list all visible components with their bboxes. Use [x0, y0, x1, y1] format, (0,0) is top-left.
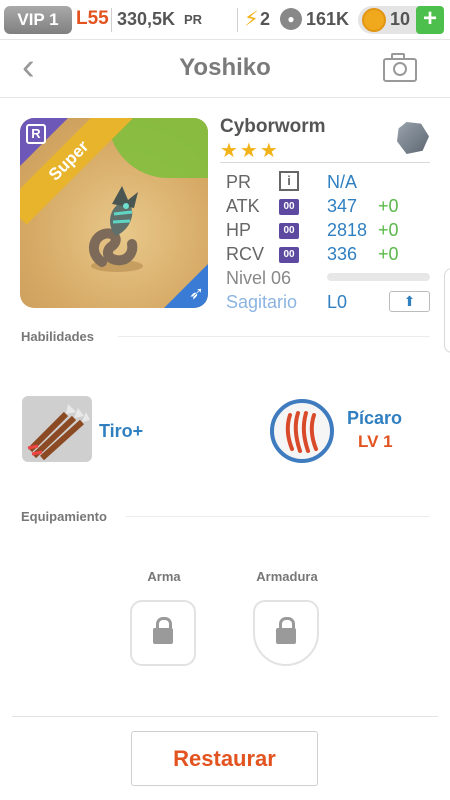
status-bar: VIP 1 L55 330,5K PR ⚡ 2 ● 161K 10 +	[0, 0, 450, 40]
header-divider	[0, 97, 450, 98]
food-count: 161K	[306, 9, 350, 29]
power-label: PR	[184, 12, 203, 27]
equipment-divider	[126, 516, 430, 517]
rcv-label: RCV	[226, 244, 265, 264]
skill-level: LV 1	[358, 432, 393, 451]
rarity-badge: R	[26, 124, 46, 144]
abilities-divider	[118, 336, 430, 337]
sagittarius-arrow-icon: ➶	[188, 283, 204, 303]
monster-image	[89, 186, 143, 272]
atk-label: ATK	[226, 196, 260, 216]
armor-label: Armadura	[256, 569, 318, 584]
sign-label[interactable]: Sagitario	[226, 292, 297, 313]
atk-bonus: +0	[378, 196, 399, 216]
arrows-icon[interactable]	[22, 396, 92, 462]
star-rating: ★★★	[220, 140, 280, 162]
vip-badge[interactable]: VIP 1	[4, 6, 72, 34]
paw-icon: ●	[280, 8, 302, 30]
hp-bonus: +0	[378, 220, 399, 240]
pr-value: N/A	[327, 172, 358, 192]
skill-name-tiro[interactable]: Tiro+	[99, 421, 143, 442]
divider	[237, 8, 238, 32]
claw-art	[285, 411, 318, 453]
weapon-label: Arma	[147, 569, 181, 584]
rcv-badge: 00	[279, 247, 299, 263]
pr-label: PR	[226, 172, 252, 192]
level-progress-bar	[327, 273, 430, 281]
level-label: Nivel 06	[226, 268, 292, 288]
arrow-up-icon: ⬆	[403, 293, 416, 309]
gold-count: 10	[390, 9, 411, 29]
camera-lens	[393, 62, 407, 76]
sign-value: L0	[327, 292, 348, 312]
armor-slot[interactable]	[253, 600, 319, 666]
coin-icon	[362, 8, 386, 32]
rcv-value: 336	[327, 244, 358, 264]
rcv-bonus: +0	[378, 244, 399, 264]
hp-value: 2818	[327, 220, 368, 240]
bolt-icon: ⚡	[244, 8, 259, 31]
skill-name-picaro[interactable]: Pícaro	[347, 408, 402, 429]
info-icon[interactable]: i	[279, 171, 299, 191]
weapon-slot[interactable]	[130, 600, 196, 666]
claw-icon[interactable]	[270, 399, 334, 463]
footer-divider	[12, 716, 438, 717]
camera-icon[interactable]	[383, 53, 417, 82]
sign-upgrade-button[interactable]: ⬆	[389, 291, 430, 312]
rock-gem-icon[interactable]	[397, 122, 429, 154]
divider	[111, 8, 112, 32]
power-value: 330,5K	[117, 9, 176, 29]
hp-badge: 00	[279, 223, 299, 239]
abilities-heading: Habilidades	[21, 329, 94, 344]
arrows-art	[24, 398, 90, 460]
monster-portrait[interactable]: Super R ➶	[20, 118, 208, 308]
monster-name: Cyborworm	[220, 116, 326, 137]
restore-button[interactable]: Restaurar	[131, 731, 318, 786]
atk-value: 347	[327, 196, 358, 216]
lock-icon	[153, 617, 173, 644]
add-gold-button[interactable]: +	[416, 6, 444, 34]
lock-icon	[276, 617, 296, 644]
hp-label: HP	[226, 220, 252, 240]
side-scroll-handle[interactable]	[444, 268, 450, 353]
name-divider	[220, 162, 430, 163]
energy-count: 2	[260, 9, 271, 29]
atk-badge: 00	[279, 199, 299, 215]
player-level: L55	[76, 8, 109, 29]
equipment-heading: Equipamiento	[21, 509, 107, 524]
